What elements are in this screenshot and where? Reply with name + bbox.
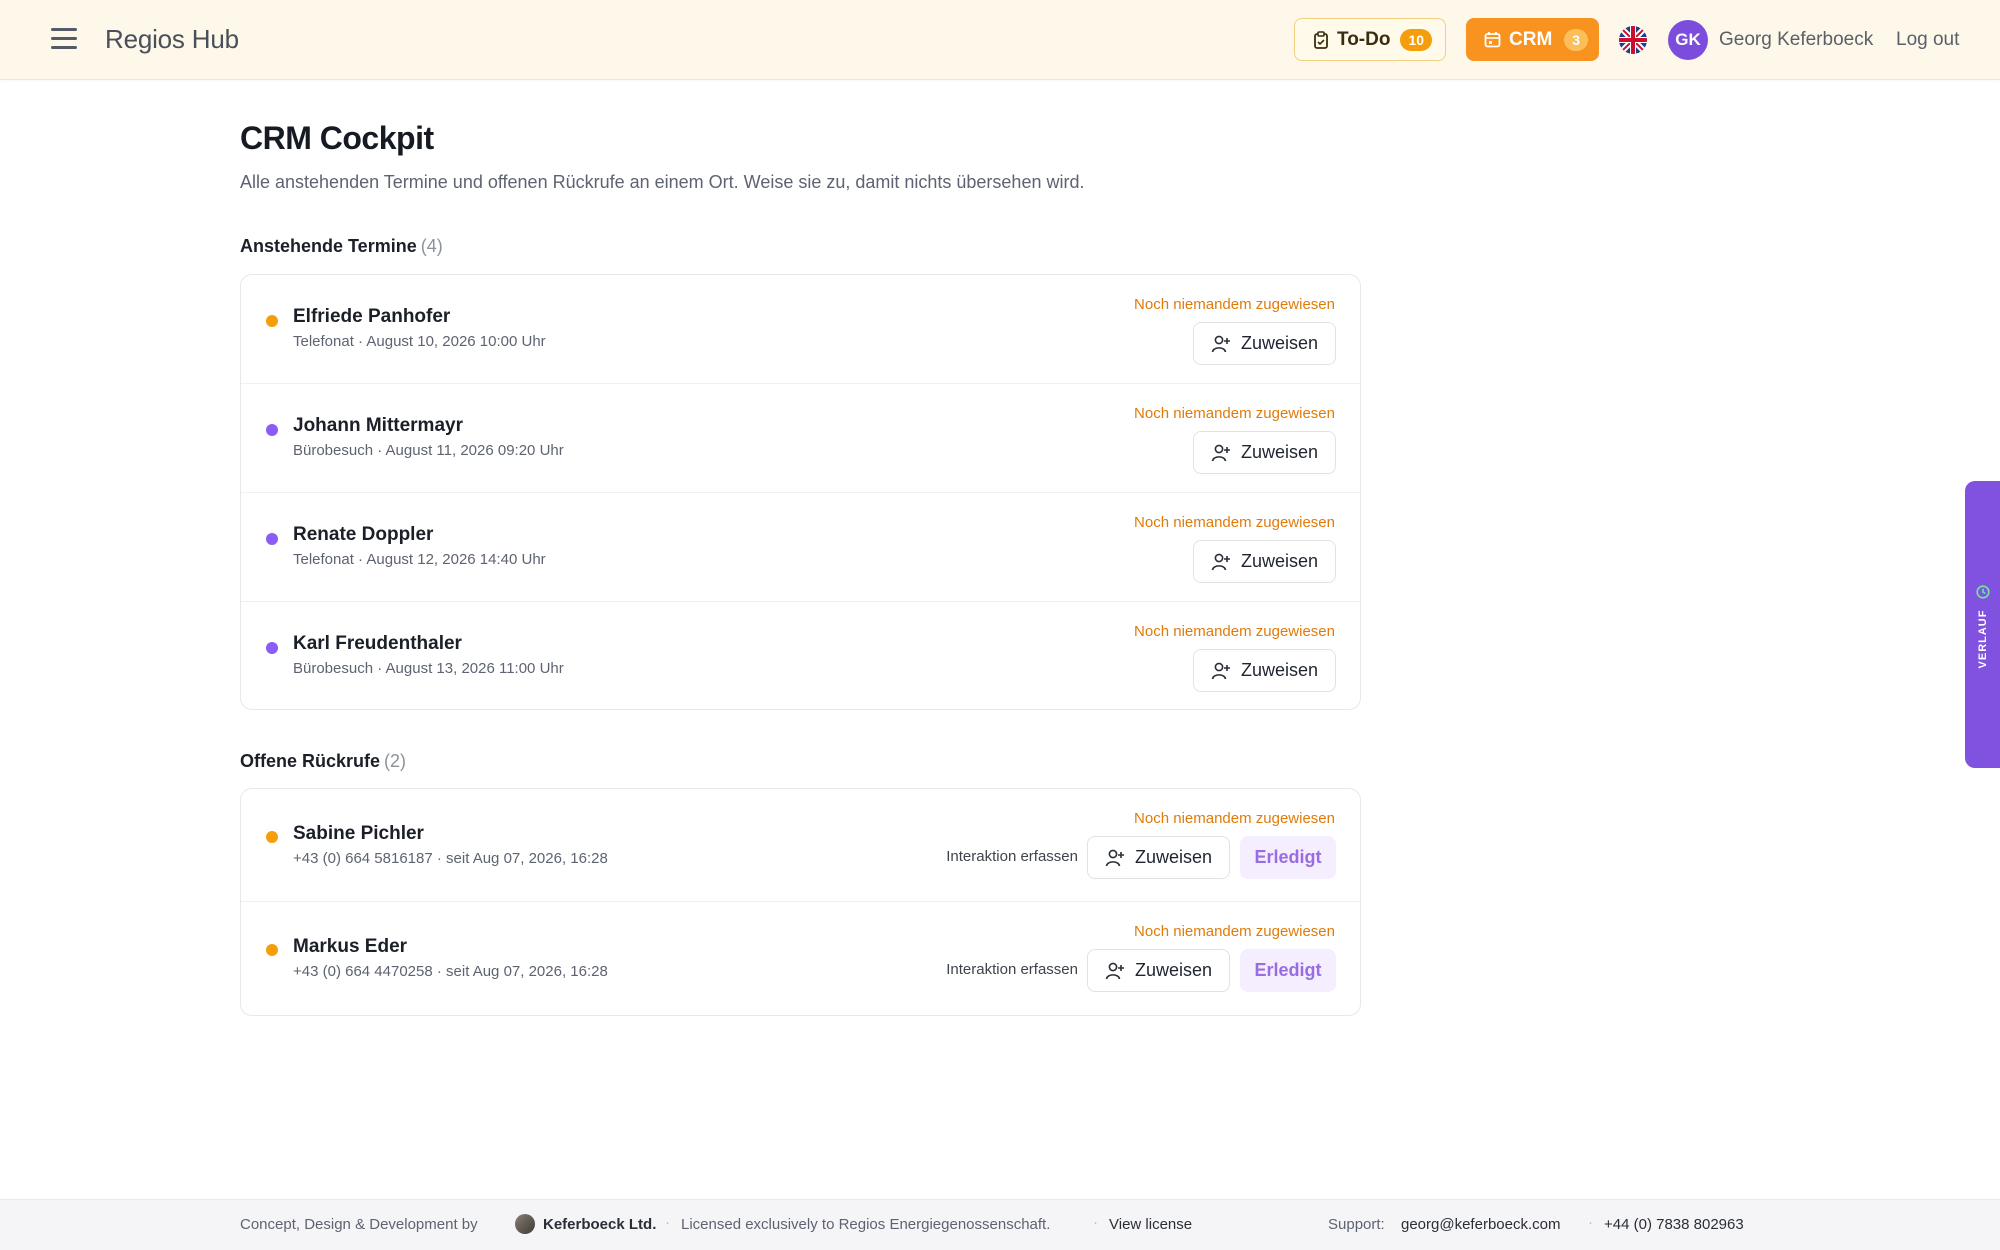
assign-button[interactable]: Zuweisen [1193,322,1336,365]
status-dot [266,831,278,843]
todo-label: To-Do [1337,28,1391,50]
status-dot [266,315,278,327]
assignment-status: Noch niemandem zugewiesen [1134,923,1335,940]
todo-button[interactable]: To-Do 10 [1294,18,1446,61]
footer: Concept, Design & Development by Keferbo… [0,1199,2000,1250]
assign-button[interactable]: Zuweisen [1193,649,1336,692]
log-interaction-link[interactable]: Interaktion erfassen [946,848,1078,865]
user-name[interactable]: Georg Keferboeck [1719,29,1873,51]
contact-name: Renate Doppler [293,524,434,545]
assign-button[interactable]: Zuweisen [1087,836,1230,879]
assign-label: Zuweisen [1240,551,1319,571]
list-item: Sabine Pichler +43 (0) 664 5816187 · sei… [241,789,1360,902]
crm-label: CRM [1509,28,1553,50]
assign-button[interactable]: Zuweisen [1193,431,1336,474]
support-phone-link[interactable]: +44 (0) 7838 802963 [1604,1216,1744,1233]
crm-button[interactable]: CRM 3 [1466,18,1599,61]
user-plus-icon [1211,553,1230,570]
company-logo-avatar [515,1214,535,1234]
page-subtitle: Alle anstehenden Termine und offenen Rüc… [240,172,1085,192]
footer-separator: · [665,1214,670,1231]
done-label: Erledigt [1254,960,1322,980]
clipboard-icon [1314,30,1328,49]
status-dot [266,424,278,436]
crm-count-badge: 3 [1564,28,1589,51]
appointment-meta: Telefonat · August 12, 2026 14:40 Uhr [293,551,546,568]
user-plus-icon [1105,849,1124,866]
contact-name: Elfriede Panhofer [293,306,451,327]
clock-icon [1976,585,1990,599]
support-email-link[interactable]: georg@keferboeck.com [1401,1216,1560,1233]
appointments-count: (4) [420,236,443,256]
contact-name: Sabine Pichler [293,823,424,844]
callbacks-count: (2) [384,751,407,771]
appointments-heading: Anstehende Termine (4) [240,236,443,257]
assignment-status: Noch niemandem zugewiesen [1134,623,1335,640]
appointments-title: Anstehende Termine [240,236,417,256]
assignment-status: Noch niemandem zugewiesen [1134,296,1335,313]
callback-meta: +43 (0) 664 4470258 · seit Aug 07, 2026,… [293,963,608,980]
callbacks-title: Offene Rückrufe [240,751,381,771]
footer-concept: Concept, Design & Development by [240,1216,478,1233]
appointments-list: Elfriede Panhofer Telefonat · August 10,… [240,274,1361,710]
contact-name: Karl Freudenthaler [293,633,462,654]
uk-flag-icon[interactable] [1619,26,1647,54]
footer-company[interactable]: Keferboeck Ltd. [543,1216,656,1233]
assign-label: Zuweisen [1134,960,1213,980]
contact-name: Markus Eder [293,936,408,957]
assign-label: Zuweisen [1134,847,1213,867]
appointment-meta: Bürobesuch · August 13, 2026 11:00 Uhr [293,660,564,677]
assign-button[interactable]: Zuweisen [1087,949,1230,992]
avatar[interactable]: GK [1668,20,1708,60]
status-dot [266,642,278,654]
top-header: Regios Hub To-Do 10 CRM 3 GK Georg Kefer… [0,0,2000,80]
list-item: Karl Freudenthaler Bürobesuch · August 1… [241,602,1360,711]
list-item: Renate Doppler Telefonat · August 12, 20… [241,493,1360,602]
assign-label: Zuweisen [1240,660,1319,680]
footer-separator: · [1588,1214,1593,1231]
assignment-status: Noch niemandem zugewiesen [1134,514,1335,531]
user-plus-icon [1211,444,1230,461]
done-button[interactable]: Erledigt [1240,949,1336,992]
status-dot [266,944,278,956]
calendar-icon [1484,32,1501,48]
appointment-meta: Telefonat · August 10, 2026 10:00 Uhr [293,333,546,350]
logout-link[interactable]: Log out [1896,29,1959,51]
footer-separator: · [1093,1214,1098,1231]
history-side-tab[interactable]: VERLAUF [1965,481,2000,768]
log-interaction-link[interactable]: Interaktion erfassen [946,961,1078,978]
list-item: Markus Eder +43 (0) 664 4470258 · seit A… [241,902,1360,1015]
done-label: Erledigt [1254,847,1322,867]
history-tab-label: VERLAUF [1977,609,1989,669]
appointment-meta: Bürobesuch · August 11, 2026 09:20 Uhr [293,442,564,459]
contact-name: Johann Mittermayr [293,415,463,436]
callbacks-list: Sabine Pichler +43 (0) 664 5816187 · sei… [240,788,1361,1016]
view-license-link[interactable]: View license [1109,1216,1192,1233]
page-title: CRM Cockpit [240,120,434,156]
status-dot [266,533,278,545]
callbacks-heading: Offene Rückrufe (2) [240,751,406,772]
support-label: Support: [1328,1216,1385,1233]
done-button[interactable]: Erledigt [1240,836,1336,879]
assignment-status: Noch niemandem zugewiesen [1134,405,1335,422]
list-item: Johann Mittermayr Bürobesuch · August 11… [241,384,1360,493]
user-plus-icon [1211,335,1230,352]
assignment-status: Noch niemandem zugewiesen [1134,810,1335,827]
callback-meta: +43 (0) 664 5816187 · seit Aug 07, 2026,… [293,850,608,867]
list-item: Elfriede Panhofer Telefonat · August 10,… [241,275,1360,384]
menu-icon[interactable] [51,28,77,50]
assign-label: Zuweisen [1240,442,1319,462]
brand-title[interactable]: Regios Hub [105,24,239,55]
assign-button[interactable]: Zuweisen [1193,540,1336,583]
assign-label: Zuweisen [1240,333,1319,353]
user-plus-icon [1211,662,1230,679]
user-plus-icon [1105,962,1124,979]
footer-license-text: Licensed exclusively to Regios Energiege… [681,1216,1051,1233]
todo-count-badge: 10 [1400,28,1433,51]
